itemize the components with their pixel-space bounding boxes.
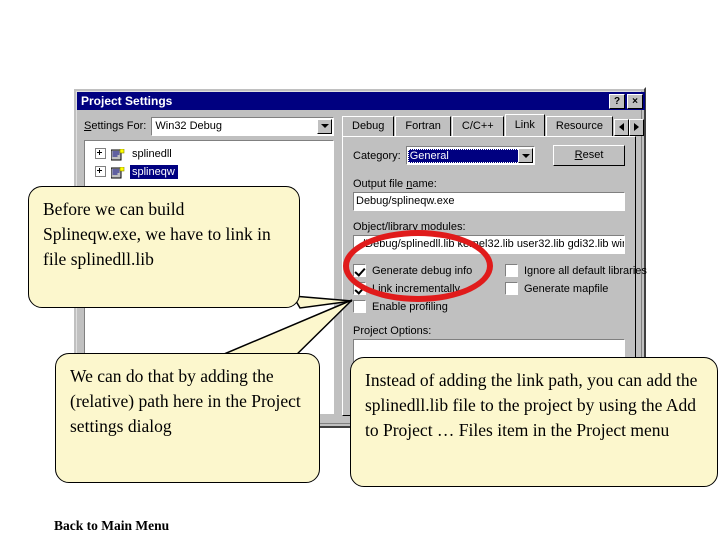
category-value: General [407, 148, 526, 163]
project-icon [110, 148, 125, 160]
checkbox-label: Generate mapfile [524, 282, 609, 295]
expand-plus-icon[interactable] [95, 148, 106, 159]
category-row: Category: General Reset [353, 145, 625, 166]
object-library-modules-label: Object/library modules: [353, 221, 466, 233]
close-button[interactable]: × [627, 93, 643, 109]
tab-strip: Debug Fortran C/C++ Link Resource [342, 114, 644, 136]
tab-debug[interactable]: Debug [342, 116, 395, 136]
arrow-left-icon [618, 123, 624, 131]
category-combo[interactable]: General [405, 146, 535, 165]
callout-bubble-1: Before we can build Splineqw.exe, we hav… [28, 186, 300, 308]
settings-for-label: Settings For: [84, 120, 147, 132]
tree-item-label-selected: splineqw [130, 164, 178, 179]
checkbox-box[interactable] [505, 282, 518, 295]
checkbox-label: Link incrementally [372, 282, 461, 295]
tab-link[interactable]: Link [504, 114, 545, 136]
tab-scroll-buttons [613, 118, 644, 136]
checkbox-box[interactable] [505, 264, 518, 277]
checkbox-box[interactable] [353, 264, 366, 277]
checkbox-label: Generate debug info [372, 264, 473, 277]
callout-text: Before we can build Splineqw.exe, we hav… [43, 199, 271, 270]
object-library-modules-input[interactable]: ../Debug/splinedll.lib kernel32.lib user… [353, 235, 625, 254]
dialog-title: Project Settings [81, 94, 173, 108]
checkbox-enable-profiling[interactable]: Enable profiling [353, 300, 505, 313]
callout-bubble-2: We can do that by adding the (relative) … [55, 353, 320, 483]
link-options-checkbox-grid: Generate debug info Ignore all default l… [353, 264, 647, 313]
tab-resource[interactable]: Resource [545, 116, 613, 136]
callout-bubble-3: Instead of adding the link path, you can… [350, 357, 718, 487]
checkbox-generate-mapfile[interactable]: Generate mapfile [505, 282, 647, 295]
help-button[interactable]: ? [609, 93, 625, 109]
dialog-titlebar[interactable]: Project Settings ? × [77, 92, 645, 110]
output-file-name-input[interactable]: Debug/splineqw.exe [353, 192, 625, 211]
checkbox-generate-debug-info[interactable]: Generate debug info [353, 264, 505, 277]
back-to-main-menu-link[interactable]: Back to Main Menu [54, 518, 169, 534]
project-icon [110, 166, 125, 178]
tab-fortran[interactable]: Fortran [395, 116, 451, 136]
tree-item-label: splinedll [132, 147, 172, 160]
output-file-name-label: Output file name: [353, 178, 437, 190]
project-options-label: Project Options: [353, 325, 432, 337]
chevron-down-icon[interactable] [317, 118, 332, 134]
checkbox-box[interactable] [353, 300, 366, 313]
expand-plus-icon[interactable] [95, 166, 106, 177]
callout-text: We can do that by adding the (relative) … [70, 366, 301, 437]
chevron-down-icon[interactable] [518, 148, 533, 163]
tree-item-splineqw[interactable]: splineqw [95, 163, 333, 180]
settings-for-combo[interactable]: Win32 Debug [151, 116, 334, 136]
callout-text: Instead of adding the link path, you can… [365, 370, 698, 441]
tree-item-splinedll[interactable]: splinedll [95, 145, 333, 162]
checkbox-link-incrementally[interactable]: Link incrementally [353, 282, 505, 295]
settings-for-row: Settings For: Win32 Debug [84, 116, 334, 136]
tab-scroll-right-button[interactable] [628, 118, 644, 136]
reset-button[interactable]: Reset [553, 145, 625, 166]
tab-cpp[interactable]: C/C++ [451, 116, 504, 136]
checkbox-label: Ignore all default libraries [524, 264, 647, 277]
settings-for-value: Win32 Debug [155, 120, 223, 132]
checkbox-label: Enable profiling [372, 300, 448, 313]
checkbox-ignore-all-default-libraries[interactable]: Ignore all default libraries [505, 264, 647, 277]
tab-scroll-left-button[interactable] [613, 118, 629, 136]
checkbox-box[interactable] [353, 282, 366, 295]
arrow-right-icon [633, 123, 639, 131]
category-label: Category: [353, 149, 401, 162]
